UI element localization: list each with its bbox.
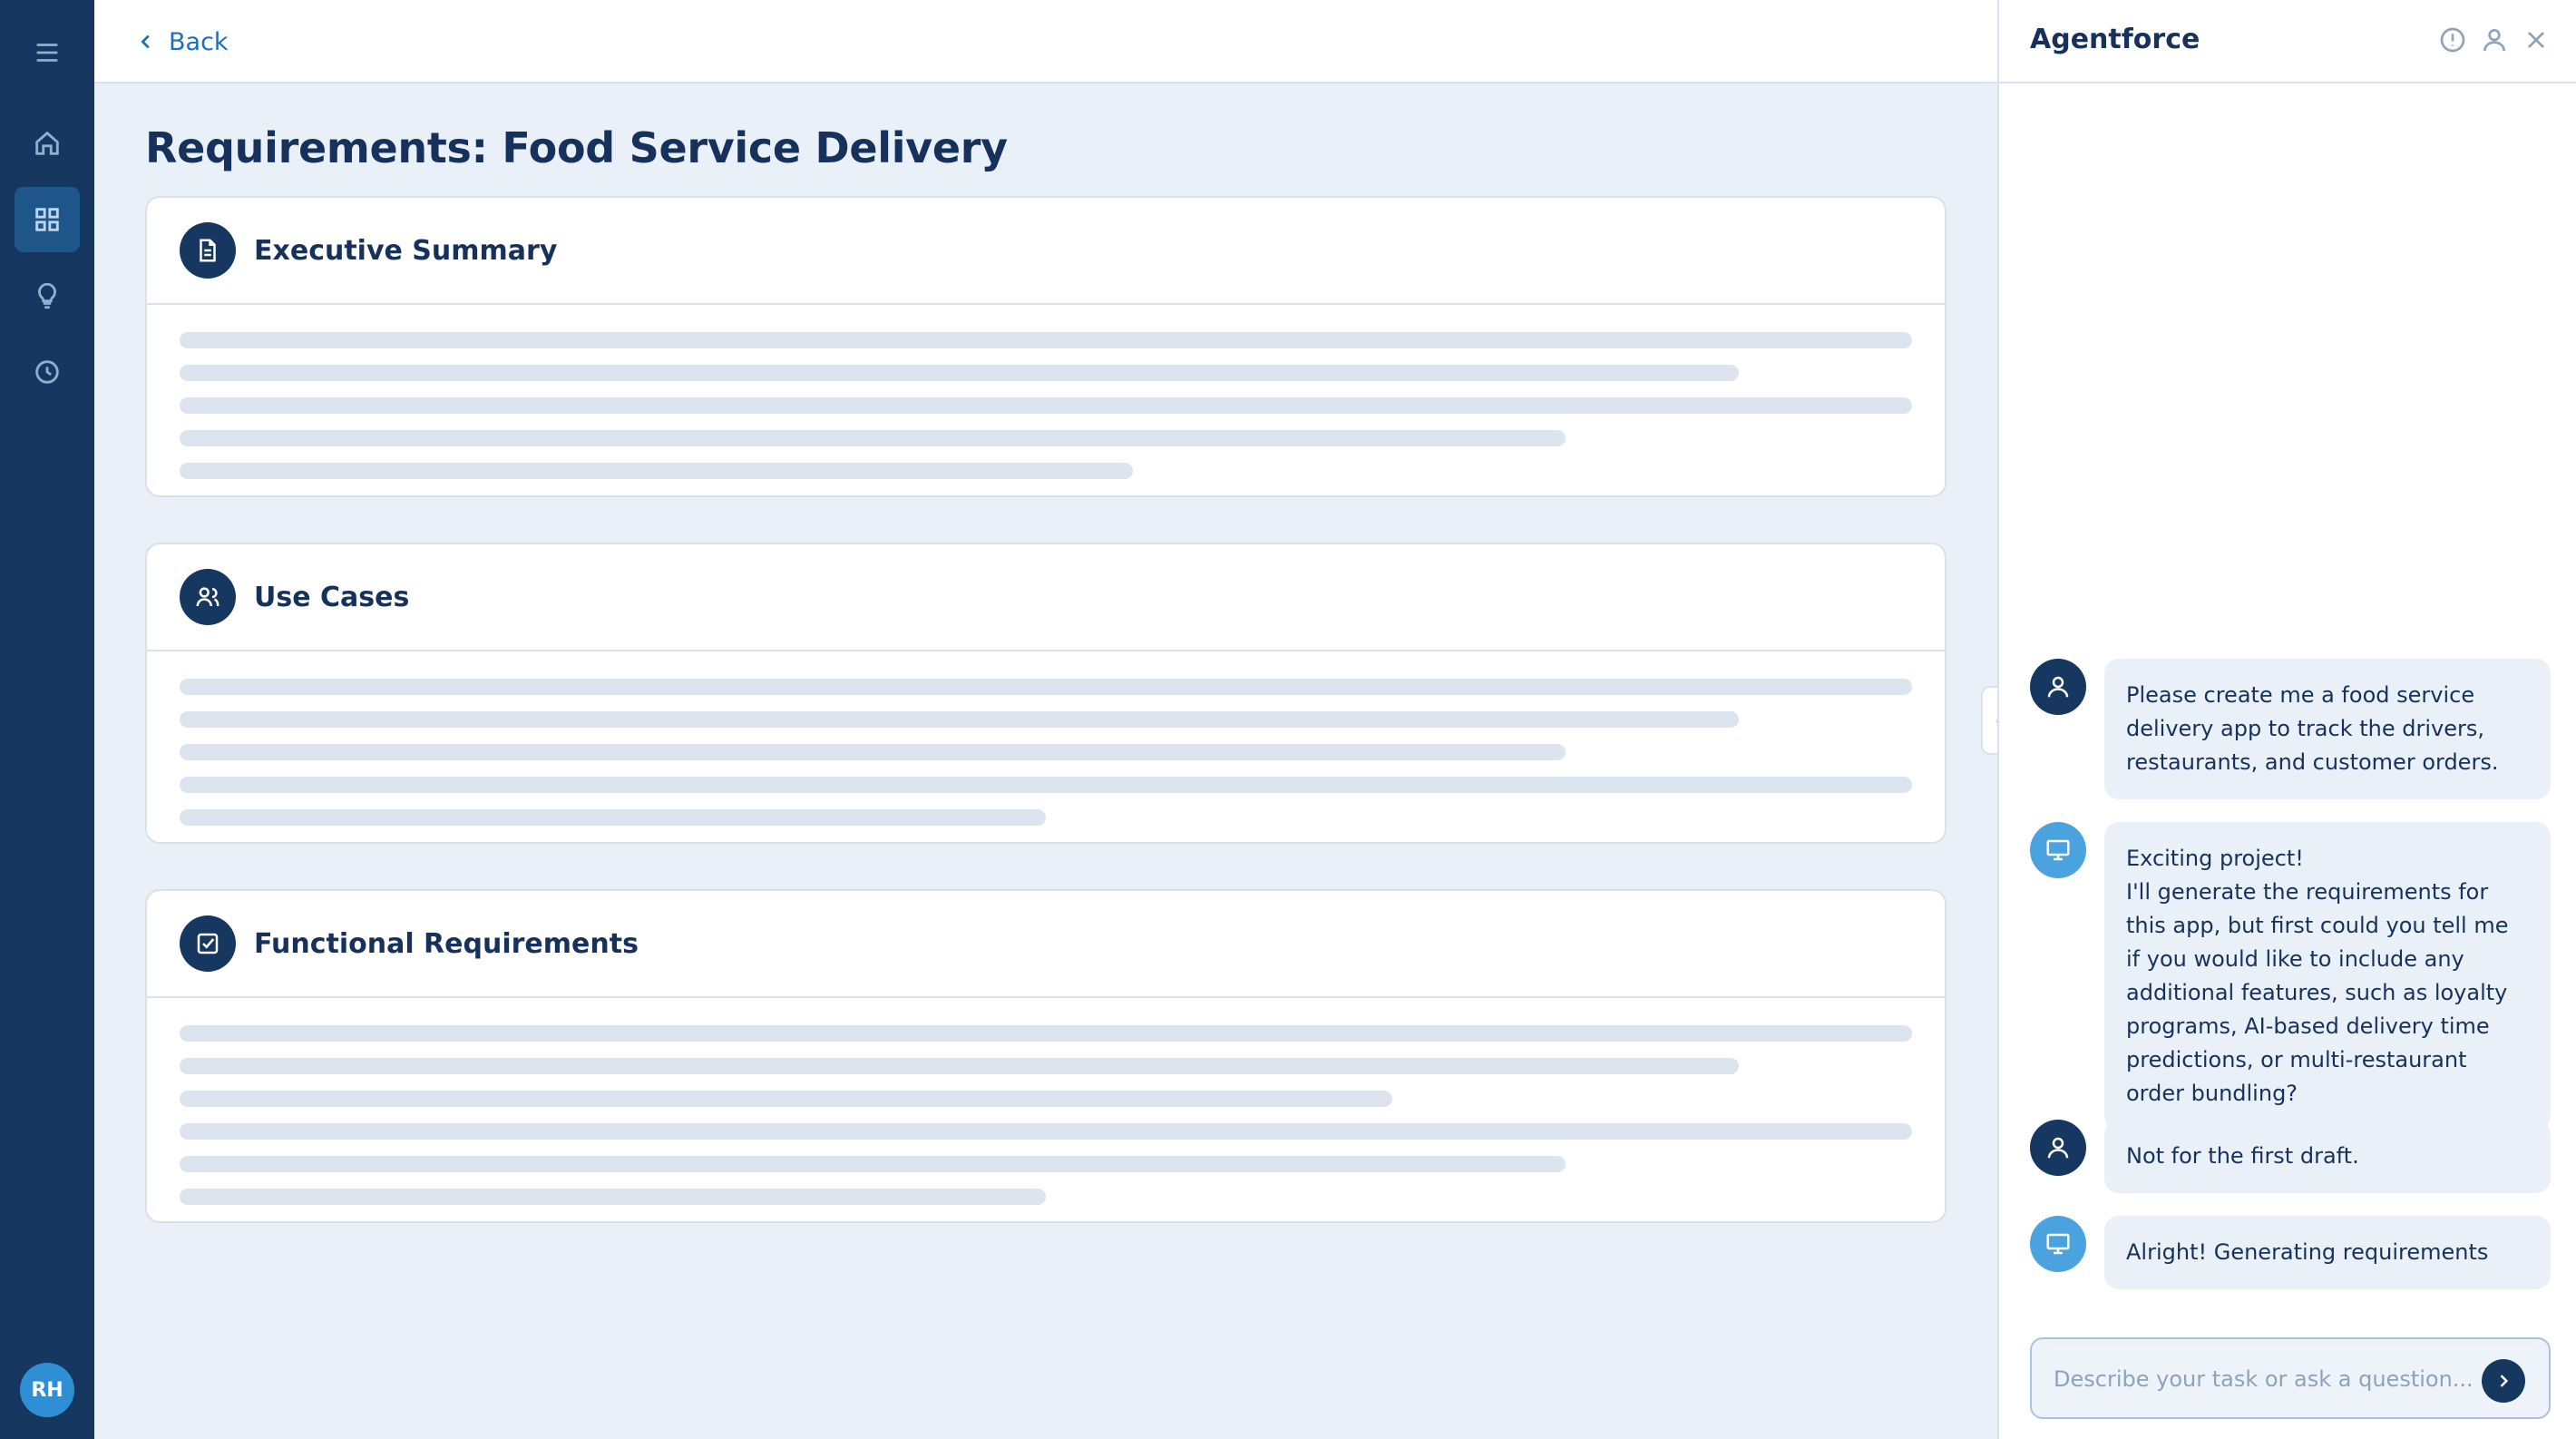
user-icon	[2047, 676, 2069, 698]
chevron-right-icon	[2500, 1375, 2509, 1387]
agent-panel-header: Agentforce	[1999, 0, 2576, 83]
chat-message-user: Please create me a food service delivery…	[2030, 659, 2551, 799]
clock-icon	[35, 360, 59, 384]
menu-button[interactable]	[15, 20, 80, 85]
section-title: Use Cases	[254, 581, 410, 613]
nav-ideas[interactable]	[15, 263, 80, 328]
loading-skeleton	[147, 998, 1945, 1205]
message-text: Please create me a food service delivery…	[2104, 659, 2551, 799]
profile-button[interactable]	[2480, 25, 2509, 54]
section-use-cases: Use Cases	[145, 543, 1947, 844]
section-header[interactable]: Functional Requirements	[147, 891, 1945, 998]
top-bar: Back	[94, 0, 1997, 83]
close-button[interactable]	[2522, 25, 2551, 54]
page-title: Requirements: Food Service Delivery	[145, 123, 1008, 172]
agent-panel-title: Agentforce	[2030, 24, 2200, 55]
message-text: Alright! Generating requirements	[2104, 1216, 2551, 1289]
monitor-icon	[2046, 839, 2070, 861]
section-icon-badge	[180, 915, 236, 972]
left-rail: RH	[0, 0, 94, 1439]
close-icon	[2528, 32, 2544, 48]
users-icon	[196, 587, 220, 607]
info-button[interactable]	[2438, 25, 2467, 54]
send-button[interactable]	[2482, 1359, 2525, 1403]
section-header[interactable]: Use Cases	[147, 544, 1945, 651]
document-icon	[200, 239, 216, 262]
home-icon	[35, 131, 59, 155]
monitor-icon	[2046, 1233, 2070, 1255]
grid-icon	[35, 208, 59, 231]
chat-message-user: Not for the first draft.	[2030, 1120, 2551, 1193]
section-icon-badge	[180, 222, 236, 279]
section-icon-badge	[180, 569, 236, 625]
section-executive-summary: Executive Summary	[145, 196, 1947, 497]
checkbox-icon	[197, 933, 219, 954]
back-label: Back	[169, 27, 229, 56]
user-avatar	[2030, 659, 2086, 715]
bot-avatar	[2030, 1216, 2086, 1272]
info-icon	[2440, 27, 2465, 53]
message-text: Not for the first draft.	[2104, 1120, 2551, 1193]
menu-icon	[36, 44, 58, 62]
agent-panel: Agentforce Please create me a food servi…	[1997, 0, 2576, 1439]
chat-message-bot: Alright! Generating requirements	[2030, 1216, 2551, 1289]
chat-input-box	[2030, 1337, 2551, 1419]
chevron-left-icon	[141, 34, 150, 49]
chat-message-bot: Exciting project! I'll generate the requ…	[2030, 822, 2551, 1131]
bot-avatar	[2030, 822, 2086, 878]
section-functional-requirements: Functional Requirements	[145, 889, 1947, 1223]
loading-skeleton	[147, 305, 1945, 479]
section-header[interactable]: Executive Summary	[147, 198, 1945, 305]
nav-grid[interactable]	[15, 187, 80, 252]
section-title: Executive Summary	[254, 234, 558, 267]
nav-history[interactable]	[15, 339, 80, 405]
back-button[interactable]: Back	[136, 24, 229, 60]
user-avatar	[2030, 1120, 2086, 1176]
user-icon	[2483, 29, 2505, 52]
chat-input[interactable]	[2054, 1359, 2471, 1399]
message-text: Exciting project! I'll generate the requ…	[2104, 822, 2551, 1131]
nav-home[interactable]	[15, 111, 80, 176]
loading-skeleton	[147, 651, 1945, 826]
section-title: Functional Requirements	[254, 927, 639, 960]
user-avatar[interactable]: RH	[20, 1363, 74, 1417]
lightbulb-icon	[38, 282, 56, 309]
user-icon	[2047, 1137, 2069, 1159]
